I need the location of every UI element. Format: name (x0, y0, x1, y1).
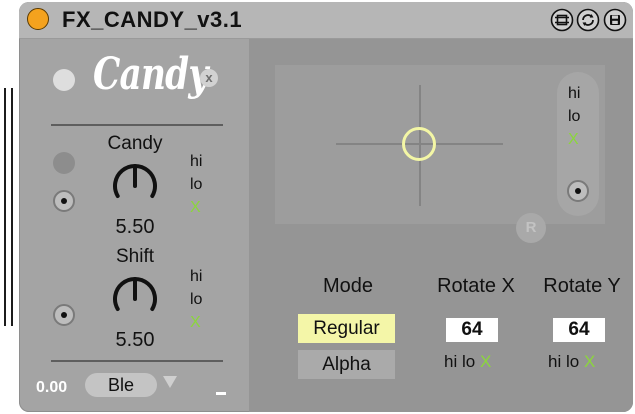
refresh-button[interactable] (576, 8, 600, 32)
rotate-x-hilo: hi lo X (444, 352, 491, 372)
shift-x-toggle[interactable]: X (190, 311, 202, 334)
side-bar (4, 88, 6, 326)
close-icon[interactable]: x (200, 69, 218, 87)
shift-hilo: hi lo X (190, 265, 202, 334)
candy-hilo: hi lo X (190, 150, 202, 219)
candy-knob-value: 5.50 (115, 216, 155, 238)
title-bar: FX_CANDY_v3.1 (19, 2, 633, 39)
mode-regular-button[interactable]: Regular (298, 314, 395, 343)
minus-icon[interactable] (216, 392, 226, 395)
pad-side-controls: hi lo X (557, 72, 599, 216)
save-button[interactable] (603, 8, 627, 32)
dropdown-arrow-icon[interactable] (163, 376, 177, 388)
rotate-y-input[interactable]: 64 (553, 318, 605, 342)
pad-hilo: hi lo X (568, 82, 580, 151)
candy-lo[interactable]: lo (190, 173, 202, 196)
refresh-icon (576, 8, 600, 32)
shift-mod-active[interactable] (53, 304, 75, 326)
divider (51, 124, 223, 126)
rotate-y-hilo: hi lo X (548, 352, 595, 372)
logo-dot[interactable] (53, 69, 75, 91)
rotate-y-label: Rotate Y (543, 275, 621, 297)
power-dot-icon[interactable] (27, 8, 49, 30)
pad-lo[interactable]: lo (568, 105, 580, 128)
candy-x-toggle[interactable]: X (190, 196, 202, 219)
shift-lo[interactable]: lo (190, 288, 202, 311)
pad-x-toggle[interactable]: X (568, 128, 580, 151)
pad-handle[interactable] (402, 127, 436, 161)
shift-knob-value: 5.50 (115, 329, 155, 351)
rotate-y-lo[interactable]: lo (566, 352, 579, 371)
ble-selector[interactable]: Ble (85, 373, 157, 397)
device: FX_CANDY_v3.1 Candy x Candy 5.50 hi lo X… (19, 2, 633, 412)
rotate-x-x-toggle[interactable]: X (480, 352, 491, 371)
shift-knob-dial (113, 277, 157, 311)
shift-knob-label: Shift (115, 246, 155, 267)
candy-knob-label: Candy (107, 133, 163, 154)
pad-mod-active[interactable] (567, 180, 589, 202)
rotate-x-lo[interactable]: lo (462, 352, 475, 371)
rotate-x-hi[interactable]: hi (444, 352, 457, 371)
bottom-value[interactable]: 0.00 (36, 379, 67, 397)
rotate-y-hi[interactable]: hi (548, 352, 561, 371)
side-bars (4, 88, 16, 326)
right-panel: hi lo X R Mode Regular Alpha Rotate X 64… (249, 39, 633, 412)
hotswap-button[interactable] (550, 8, 574, 32)
xy-pad[interactable]: hi lo X (275, 65, 605, 224)
divider (51, 360, 223, 362)
reset-button[interactable]: R (516, 213, 546, 243)
left-panel: Candy x Candy 5.50 hi lo X Shift 5.50 hi… (19, 39, 249, 412)
mode-alpha-button[interactable]: Alpha (298, 350, 395, 379)
hotswap-icon (550, 8, 574, 32)
candy-mod-toggle[interactable] (53, 152, 75, 174)
shift-knob[interactable] (107, 271, 163, 327)
candy-logo: Candy (93, 49, 208, 100)
rotate-x-label: Rotate X (437, 275, 515, 297)
candy-mod-active[interactable] (53, 190, 75, 212)
side-bar (11, 88, 13, 326)
mode-label: Mode (322, 275, 374, 297)
device-title: FX_CANDY_v3.1 (62, 7, 243, 32)
candy-knob-dial (113, 164, 157, 198)
candy-hi[interactable]: hi (190, 150, 202, 173)
rotate-y-x-toggle[interactable]: X (584, 352, 595, 371)
pad-hi[interactable]: hi (568, 82, 580, 105)
candy-knob[interactable] (107, 158, 163, 214)
save-icon (603, 8, 627, 32)
shift-hi[interactable]: hi (190, 265, 202, 288)
rotate-x-input[interactable]: 64 (446, 318, 498, 342)
